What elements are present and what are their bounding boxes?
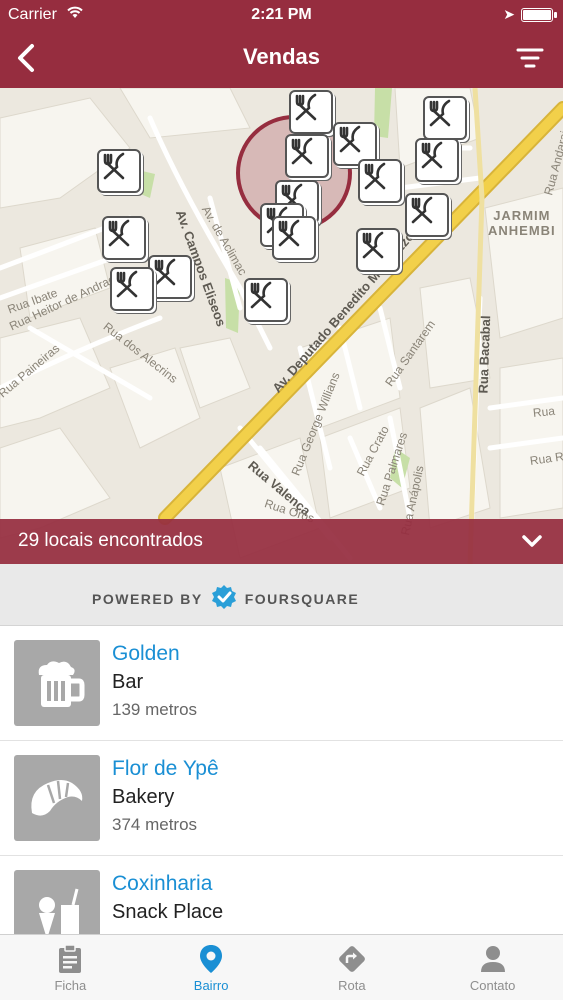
restaurant-marker[interactable] [289,90,333,134]
restaurant-marker[interactable] [358,159,402,203]
status-bar: Carrier 2:21 PM ➤ [0,0,563,30]
tab-label: Rota [338,978,366,993]
restaurant-marker[interactable] [244,278,288,322]
header: Carrier 2:21 PM ➤ Vendas [0,0,563,88]
tab-rota[interactable]: Rota [282,935,423,1000]
snack-icon [14,870,100,934]
restaurant-marker[interactable] [272,216,316,260]
list-item[interactable]: Flor de Ypê Bakery 374 metros [0,741,563,856]
restaurant-marker[interactable] [423,96,467,140]
places-list: Golden Bar 139 metros Flor de Ypê Bakery… [0,626,563,934]
clock: 2:21 PM [251,6,312,23]
tab-bairro[interactable]: Bairro [141,935,282,1000]
restaurant-marker[interactable] [285,134,329,178]
tab-contato[interactable]: Contato [422,935,563,1000]
street-label: Rua Bacabal [475,315,494,394]
tab-label: Contato [469,978,516,993]
place-name[interactable]: Coxinharia [112,872,212,896]
place-category: Bar [112,671,144,693]
tab-ficha[interactable]: Ficha [0,935,141,1000]
results-toggle-bar[interactable]: 29 locais encontrados [0,519,563,564]
chevron-down-icon [521,531,543,556]
filter-button[interactable] [513,42,547,74]
street-label: Rua [532,403,556,420]
restaurant-marker[interactable] [110,267,154,311]
place-name[interactable]: Flor de Ypê [112,757,219,781]
district-label: JARMIM ANHEMBI [488,208,556,238]
location-arrow-icon: ➤ [503,6,515,22]
list-item[interactable]: Coxinharia Snack Place [0,856,563,934]
results-count: 29 locais encontrados [18,530,203,551]
place-category: Snack Place [112,901,224,923]
restaurant-marker[interactable] [415,138,459,182]
person-icon [479,944,507,979]
foursquare-label: FOURSQUARE [244,590,360,607]
clipboard-icon [56,944,84,979]
map-view[interactable]: Av. Campos Eliseos Av. de Aclimac Av. De… [0,88,563,564]
map-pin-icon [199,944,223,979]
powered-by-banner: POWERED BY FOURSQUARE [0,564,563,626]
nav-bar: Vendas [0,30,563,88]
restaurant-marker[interactable] [102,216,146,260]
page-title: Vendas [242,44,321,69]
list-item[interactable]: Golden Bar 139 metros [0,626,563,741]
croissant-icon [14,755,100,841]
beer-mug-icon [14,640,100,726]
place-distance: 139 metros [112,700,198,719]
restaurant-marker[interactable] [148,255,192,299]
tab-bar: Ficha Bairro Rota Contato [0,934,563,1000]
restaurant-marker[interactable] [97,149,141,193]
place-name[interactable]: Golden [112,642,180,666]
powered-by-label: POWERED BY [92,590,203,607]
restaurant-marker[interactable] [405,193,449,237]
filter-icon [516,48,544,68]
place-distance: 374 metros [112,815,198,834]
foursquare-logo-icon [211,584,237,613]
route-sign-icon [337,944,367,979]
battery-icon [521,8,557,22]
tab-label: Bairro [193,978,229,993]
tab-label: Ficha [54,978,87,993]
place-category: Bakery [112,786,175,808]
restaurant-marker[interactable] [356,228,400,272]
